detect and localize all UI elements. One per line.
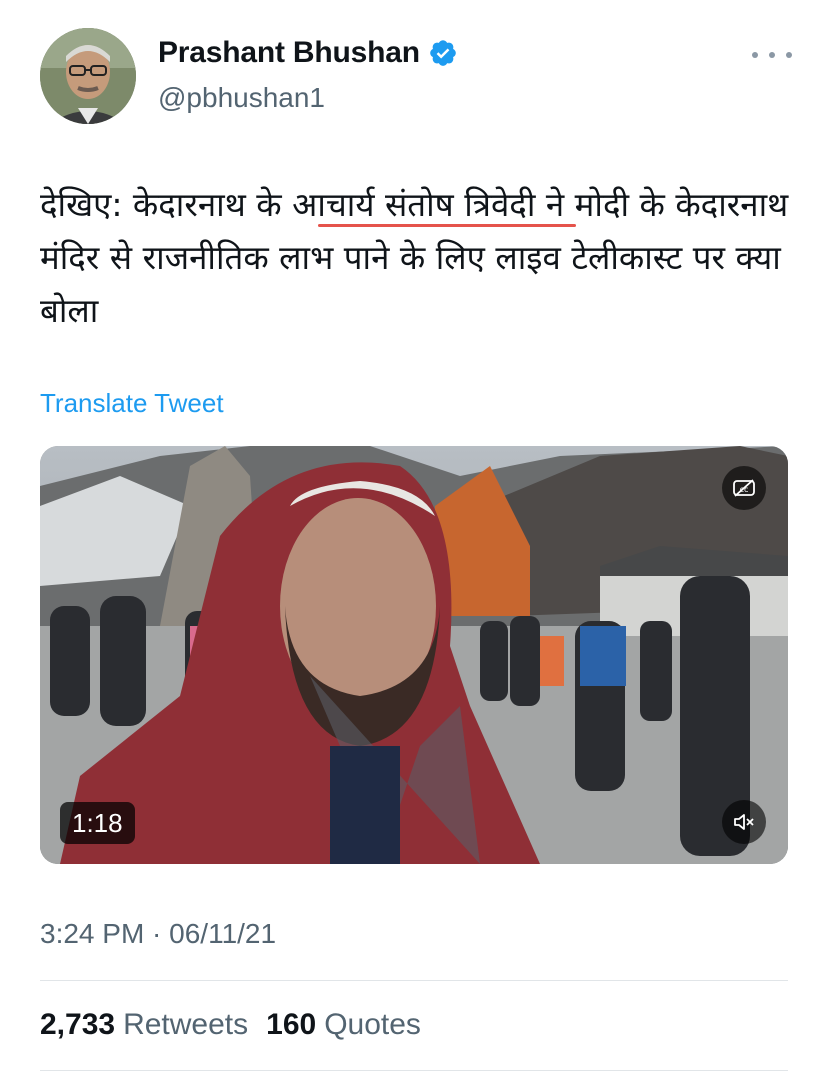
quotes-label[interactable]: Quotes [324, 1008, 421, 1042]
author-name-row[interactable]: Prashant Bhushan [158, 36, 458, 70]
avatar[interactable] [40, 28, 136, 124]
video-thumbnail [40, 446, 788, 864]
quotes-count[interactable]: 160 [266, 1008, 316, 1042]
tweet-stats: 2,733 Retweets 160 Quotes [40, 1008, 439, 1042]
text-underline-annotation [318, 224, 576, 227]
divider [40, 1070, 788, 1071]
translate-tweet-link[interactable]: Translate Tweet [40, 388, 224, 419]
retweets-count[interactable]: 2,733 [40, 1008, 115, 1042]
author-display-name[interactable]: Prashant Bhushan [158, 36, 420, 70]
tweet-timestamp[interactable]: 3:24 PM · 06/11/21 [40, 918, 276, 950]
mute-icon[interactable] [722, 800, 766, 844]
retweets-label[interactable]: Retweets [123, 1008, 248, 1042]
more-options-icon[interactable] [752, 40, 792, 70]
avatar-image [40, 28, 136, 124]
tweet-text: देखिए: केदारनाथ के आचार्य संतोष त्रिवेदी… [40, 185, 789, 330]
video-player[interactable] [40, 446, 788, 864]
captions-off-icon[interactable]: cc [722, 466, 766, 510]
author-handle[interactable]: @pbhushan1 [158, 82, 325, 114]
verified-badge-icon [430, 40, 456, 66]
divider [40, 980, 788, 981]
video-duration: 1:18 [60, 802, 135, 844]
